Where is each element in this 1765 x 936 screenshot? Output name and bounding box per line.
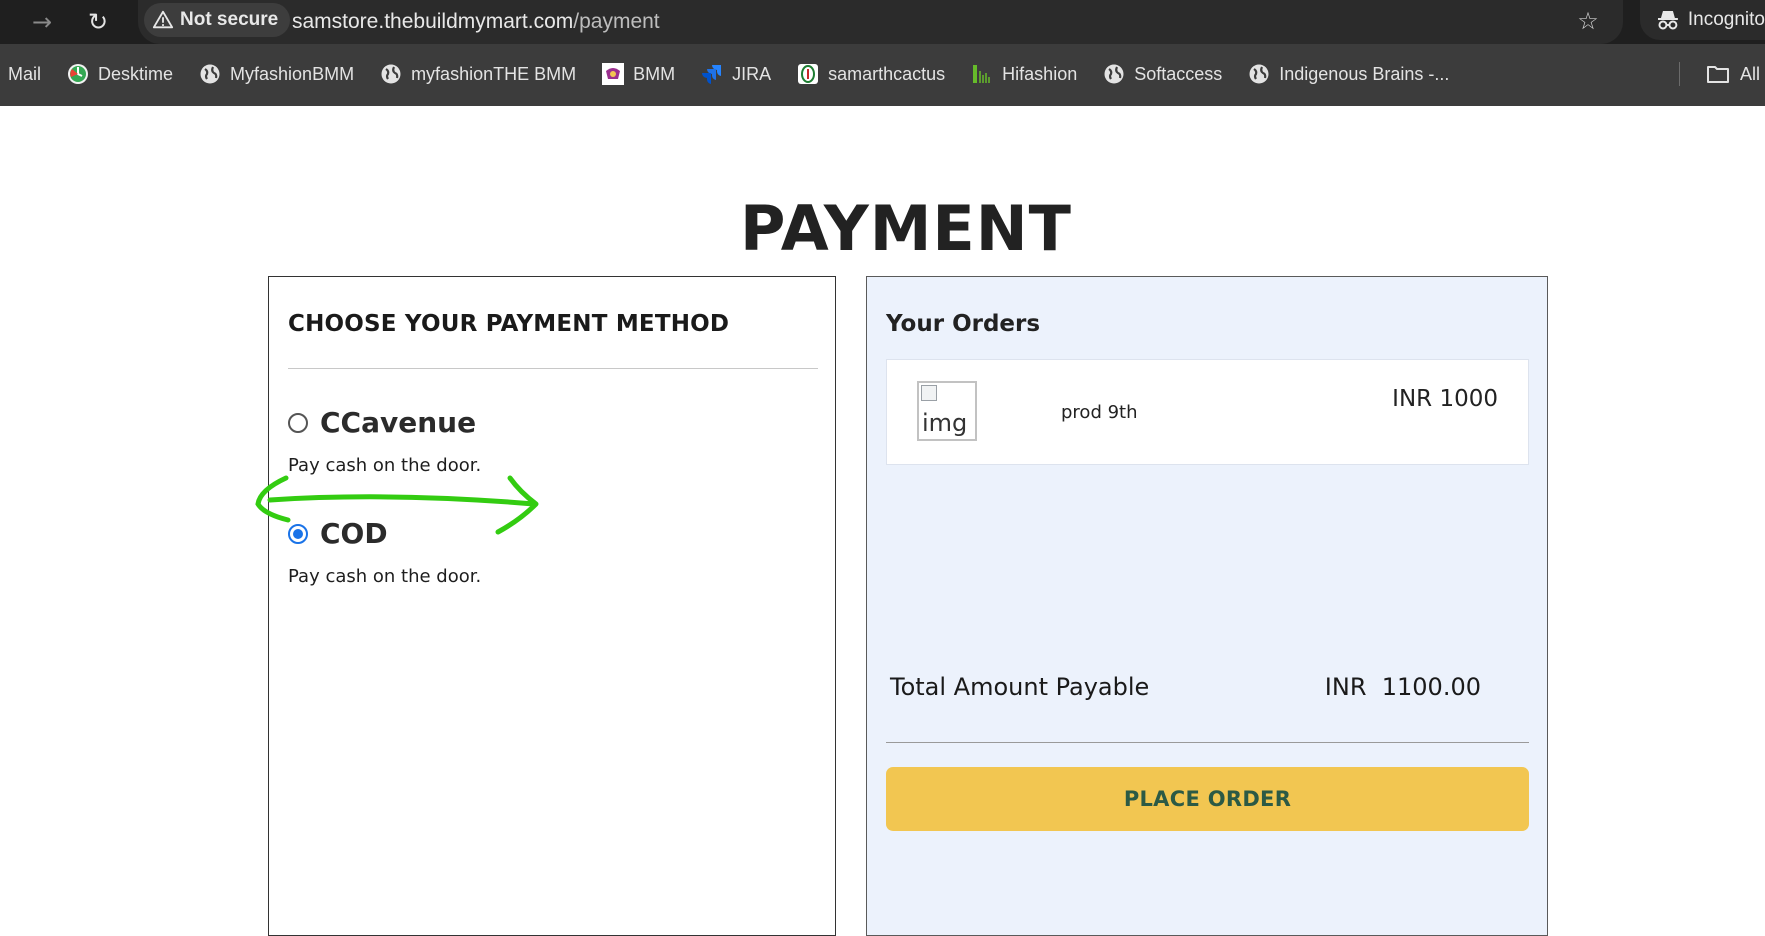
bookmark-label: myfashionTHE BMM	[411, 63, 577, 84]
product-name: prod 9th	[1061, 402, 1138, 423]
bookmark-myfashionbmm[interactable]: MyfashionBMM	[199, 63, 354, 85]
product-image-broken: img	[917, 381, 977, 441]
payment-option-ccavenue[interactable]: CCavenue	[288, 406, 476, 439]
bookmark-mail[interactable]: Mail	[8, 64, 41, 85]
bookmark-label: JIRA	[732, 63, 772, 84]
bookmark-indigenous-brains[interactable]: Indigenous Brains -...	[1248, 63, 1449, 85]
payment-method-heading: CHOOSE YOUR PAYMENT METHOD	[288, 311, 730, 337]
all-bookmarks-label: All	[1740, 63, 1761, 84]
url-text[interactable]: samstore.thebuildmymart.com/payment	[292, 6, 660, 38]
globe-icon	[1104, 64, 1124, 84]
bookmark-label: Mail	[8, 63, 42, 84]
bookmark-samarthcactus[interactable]: samarthcactus	[797, 63, 945, 85]
orders-heading: Your Orders	[886, 311, 1041, 337]
place-order-button[interactable]: PLACE ORDER	[886, 767, 1529, 831]
bookmark-label: Hifashion	[1002, 63, 1078, 84]
desktime-icon	[68, 64, 89, 84]
payment-option-label: CCavenue	[320, 406, 477, 439]
incognito-icon	[1657, 11, 1678, 30]
broken-image-icon	[921, 385, 937, 401]
bmm-logo-icon	[602, 63, 625, 85]
hifashion-icon	[973, 65, 990, 83]
bookmark-label: Indigenous Brains -...	[1279, 63, 1450, 84]
folder-icon	[1707, 66, 1729, 83]
total-amount-value: INR 1100.00	[1324, 673, 1481, 701]
bookmark-star-icon[interactable]: ☆	[1572, 4, 1604, 38]
bookmarks-bar: Mail Desktime MyfashionBMM myfashionTHE …	[0, 52, 1765, 96]
globe-icon	[200, 64, 220, 84]
bookmark-hifashion[interactable]: Hifashion	[971, 63, 1077, 85]
bookmark-bmm[interactable]: BMM	[602, 63, 675, 85]
security-label: Not secure	[180, 9, 279, 30]
payment-method-panel: CHOOSE YOUR PAYMENT METHOD CCavenue Pay …	[268, 276, 836, 936]
warning-triangle-icon	[152, 10, 174, 29]
url-host: samstore.thebuildmymart.com	[292, 10, 574, 33]
browser-chrome: → ↻ Not secure samstore.thebuildmymart.c…	[0, 0, 1765, 106]
green-arrow-annotation	[255, 475, 539, 535]
product-price: INR 1000	[1392, 386, 1498, 412]
bookmarks-separator	[1679, 62, 1680, 86]
order-item-card: img prod 9th INR 1000	[886, 359, 1529, 465]
bookmark-jira[interactable]: JIRA	[701, 63, 771, 85]
bookmark-softaccess[interactable]: Softaccess	[1103, 63, 1222, 85]
jira-icon	[702, 65, 722, 84]
back-arrow-icon[interactable]: →	[26, 6, 58, 38]
divider	[886, 742, 1529, 743]
orders-panel: Your Orders img prod 9th INR 1000 Total …	[866, 276, 1548, 936]
globe-icon	[1249, 64, 1269, 84]
bookmark-label: Desktime	[98, 63, 174, 84]
payment-option-description: Pay cash on the door.	[288, 566, 482, 587]
bookmark-label: Softaccess	[1134, 63, 1223, 84]
cactus-icon	[798, 64, 819, 84]
security-chip[interactable]: Not secure	[144, 3, 291, 37]
incognito-label: Incognito	[1687, 9, 1765, 30]
bookmark-myfashionthebmm[interactable]: myfashionTHE BMM	[380, 63, 576, 85]
image-alt-text: img	[922, 409, 968, 437]
bookmark-label: BMM	[633, 63, 676, 84]
ccavenue-radio[interactable]	[288, 412, 308, 433]
incognito-indicator[interactable]: Incognito	[1640, 0, 1765, 40]
all-bookmarks-button[interactable]: All	[1706, 52, 1760, 96]
bookmark-desktime[interactable]: Desktime	[67, 63, 173, 85]
url-path: /payment	[573, 10, 660, 33]
globe-icon	[381, 64, 401, 84]
divider	[288, 368, 818, 369]
total-amount-label: Total Amount Payable	[890, 673, 1150, 701]
page-title: PAYMENT	[740, 192, 1072, 265]
bookmark-label: MyfashionBMM	[230, 63, 355, 84]
reload-icon[interactable]: ↻	[82, 6, 114, 38]
bookmark-label: samarthcactus	[828, 63, 946, 84]
